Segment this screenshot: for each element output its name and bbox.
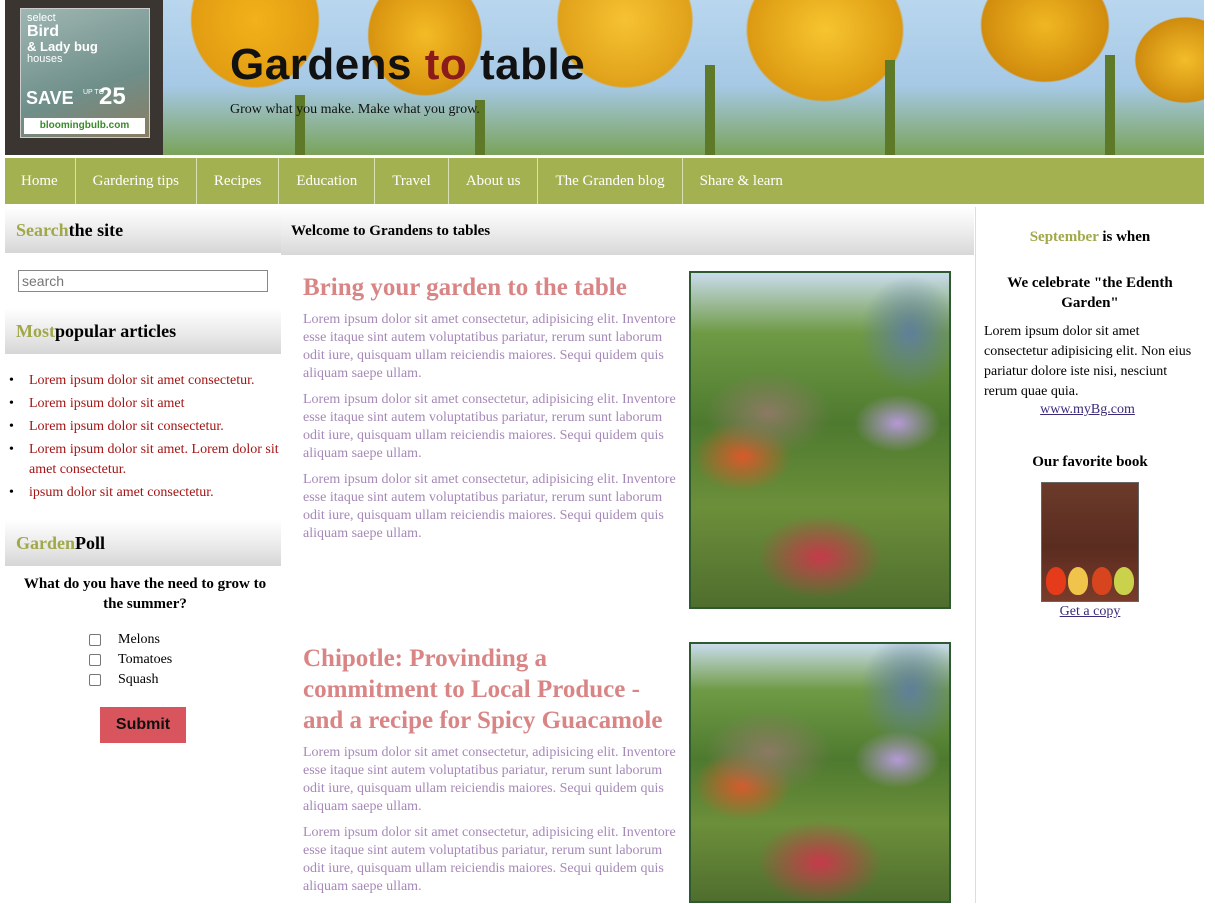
ad-banner[interactable]: select Bird & Lady bug houses SAVE UP TO… <box>5 0 163 155</box>
website-link[interactable]: www.myBg.com <box>990 402 1185 418</box>
nav-item-share-learn[interactable]: Share & learn <box>681 158 800 204</box>
tulip-stem <box>1105 55 1115 155</box>
event-subtitle: We celebrate "the Edenth Garden" <box>1007 275 1173 311</box>
nav-item-travel[interactable]: Travel <box>374 158 448 204</box>
search-input[interactable] <box>18 270 268 292</box>
heading-text: is when <box>1098 229 1151 245</box>
article-paragraph: Lorem ipsum dolor sit amet consectetur, … <box>303 312 676 381</box>
checkbox[interactable] <box>89 674 101 686</box>
poll-option-melons[interactable]: Melons <box>89 632 160 648</box>
article-paragraph: Lorem ipsum dolor sit amet consectetur, … <box>303 392 676 461</box>
poll-option-label: Melons <box>118 632 160 647</box>
heading-accent: Most <box>16 320 55 341</box>
site-title-part: Gardens <box>230 40 425 89</box>
ad-logo: bloomingbulb.com <box>24 118 145 134</box>
book-cover-image[interactable] <box>1041 482 1139 602</box>
article-title[interactable]: Bring your garden to the table <box>303 272 685 303</box>
nav-item-blog[interactable]: The Granden blog <box>537 158 681 204</box>
article-title[interactable]: Chipotle: Provinding a commitment to Loc… <box>303 643 685 736</box>
nav-item-recipes[interactable]: Recipes <box>195 158 278 204</box>
poll-option-tomatoes[interactable]: Tomatoes <box>89 652 172 668</box>
popular-articles-heading: Most popular articles <box>5 308 281 354</box>
tulip-stem <box>705 65 715 155</box>
nav-item-education[interactable]: Education <box>278 158 374 204</box>
pear-shape <box>1114 567 1134 595</box>
article: Chipotle: Provinding a commitment to Loc… <box>303 643 685 904</box>
article-paragraph: Lorem ipsum dolor sit amet consectetur, … <box>303 745 676 814</box>
event-title: September is when <box>990 229 1190 246</box>
site-title: Gardens to table <box>230 40 585 90</box>
heading-text: popular articles <box>55 320 177 341</box>
popular-article-link[interactable]: Lorem ipsum dolor sit amet <box>9 394 279 414</box>
popular-article-link[interactable]: Lorem ipsum dolor sit amet consectetur. <box>9 371 279 391</box>
pear-shape <box>1068 567 1088 595</box>
popular-article-link[interactable]: ipsum dolor sit amet consectetur. <box>9 483 279 503</box>
nav-item-about-us[interactable]: About us <box>447 158 538 204</box>
submit-button[interactable]: Submit <box>100 707 186 743</box>
poll-heading: Garden Poll <box>5 520 281 566</box>
event-description: Lorem ipsum dolor sit amet consectetur a… <box>984 324 1192 399</box>
article: Bring your garden to the table Lorem ips… <box>303 272 685 551</box>
site-header: select Bird & Lady bug houses SAVE UP TO… <box>5 0 1204 155</box>
pear-shape <box>1046 567 1066 595</box>
poll-option-label: Squash <box>118 672 159 687</box>
heading-text: the site <box>68 219 124 240</box>
search-panel-heading: Search the site <box>5 207 281 253</box>
ad-text: Bird <box>27 23 59 40</box>
ad-save-text: SAVE <box>26 88 74 108</box>
get-a-copy-link[interactable]: Get a copy <box>990 604 1190 620</box>
garden-photo <box>689 271 951 609</box>
book-heading: Our favorite book <box>1032 454 1148 470</box>
heading-accent: Search <box>16 219 69 240</box>
ad-percent-text: 25 <box>99 83 126 110</box>
tulip-stem <box>885 60 895 155</box>
poll-option-label: Tomatoes <box>118 652 173 667</box>
checkbox[interactable] <box>89 654 101 666</box>
main-nav: Home Gardering tips Recipes Education Tr… <box>5 158 1204 204</box>
ad-image[interactable]: select Bird & Lady bug houses SAVE UP TO… <box>20 8 150 138</box>
heading-accent: September <box>1029 229 1099 245</box>
heading-accent: Garden <box>16 532 76 553</box>
tagline: Grow what you make. Make what you grow. <box>230 102 480 117</box>
nav-item-gardening-tips[interactable]: Gardering tips <box>74 158 196 204</box>
article-paragraph: Lorem ipsum dolor sit amet consectetur, … <box>303 472 676 541</box>
garden-photo <box>689 642 951 903</box>
ad-text: houses <box>27 53 63 65</box>
pear-shape <box>1092 567 1112 595</box>
popular-article-link[interactable]: Lorem ipsum dolor sit amet. Lorem dolor … <box>9 440 279 480</box>
checkbox[interactable] <box>89 634 101 646</box>
site-title-part: to <box>424 40 468 89</box>
popular-articles-list: Lorem ipsum dolor sit amet consectetur. … <box>9 371 279 506</box>
article-paragraph: Lorem ipsum dolor sit amet consectetur, … <box>303 825 676 894</box>
heading-text: Poll <box>75 532 106 553</box>
ad-text: & Lady bug <box>27 39 98 54</box>
poll-option-squash[interactable]: Squash <box>89 672 158 688</box>
poll-question: What do you have the need to grow to the… <box>23 576 267 612</box>
site-title-part: table <box>467 40 586 89</box>
main-heading: Welcome to Grandens to tables <box>281 207 974 255</box>
popular-article-link[interactable]: Lorem ipsum dolor sit consectetur. <box>9 417 279 437</box>
nav-item-home[interactable]: Home <box>5 158 75 204</box>
